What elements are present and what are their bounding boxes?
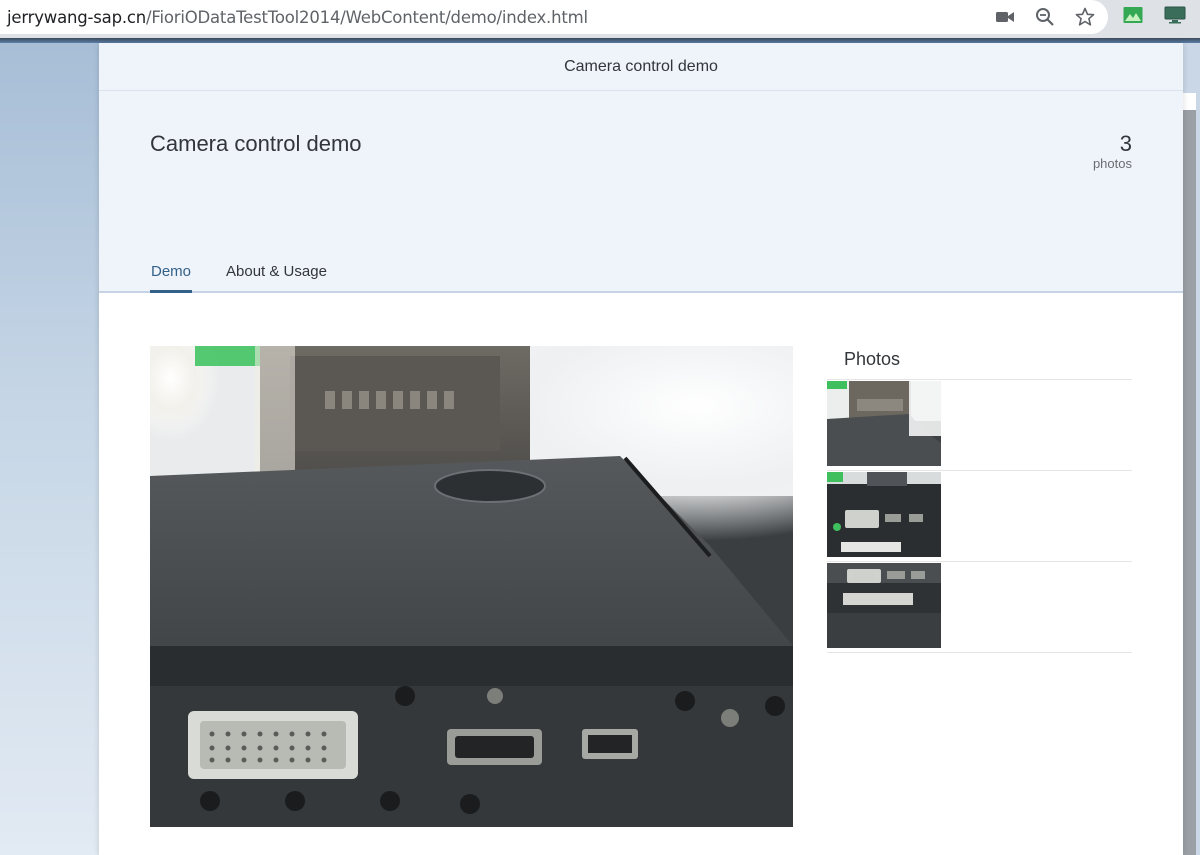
star-icon[interactable] — [1074, 6, 1096, 28]
camera-live-view[interactable] — [150, 346, 793, 827]
page-title: Camera control demo — [150, 131, 362, 156]
camera-frame-image — [150, 346, 793, 827]
photos-title: Photos — [827, 338, 1132, 380]
photo-list-item[interactable] — [827, 380, 1132, 471]
photos-list: Photos — [827, 338, 1132, 653]
extension-icons — [1122, 4, 1186, 26]
url-text[interactable]: jerrywang-sap.cn/FioriODataTestTool2014/… — [7, 8, 588, 27]
shell-bar: Camera control demo — [99, 43, 1183, 91]
browser-address-bar: jerrywang-sap.cn/FioriODataTestTool2014/… — [0, 0, 1200, 38]
photo-count: 3 photos — [1093, 132, 1132, 172]
fiori-app: Camera control demo Camera control demo … — [99, 43, 1183, 855]
photo-thumbnail[interactable] — [827, 381, 941, 466]
tab-about-usage[interactable]: About & Usage — [226, 255, 327, 293]
desktop-background-left — [0, 43, 99, 855]
object-header: Camera control demo 3 photos Demo About … — [99, 91, 1183, 293]
photo-count-unit: photos — [1092, 156, 1132, 171]
photo-thumbnail[interactable] — [827, 563, 941, 648]
camera-icon[interactable] — [994, 6, 1016, 28]
photo-list-item[interactable] — [827, 562, 1132, 653]
icon-tab-bar: Demo About & Usage — [150, 255, 327, 293]
url-host: jerrywang-sap.cn — [7, 7, 147, 27]
omnibox[interactable]: jerrywang-sap.cn/FioriODataTestTool2014/… — [0, 0, 1108, 34]
tab-demo[interactable]: Demo — [150, 255, 193, 293]
scrollbar-track-top — [1183, 93, 1196, 110]
photo-thumbnail[interactable] — [827, 472, 941, 557]
scrollbar-thumb[interactable] — [1183, 110, 1196, 855]
url-path: /FioriODataTestTool2014/WebContent/demo/… — [146, 7, 588, 27]
photo-count-number: 3 — [1119, 131, 1132, 156]
omnibox-icons — [994, 0, 1096, 34]
image-extension-icon[interactable] — [1122, 4, 1144, 26]
zoom-icon[interactable] — [1034, 6, 1056, 28]
monitor-extension-icon[interactable] — [1164, 4, 1186, 26]
shell-title: Camera control demo — [564, 57, 718, 75]
photo-list-item[interactable] — [827, 471, 1132, 562]
